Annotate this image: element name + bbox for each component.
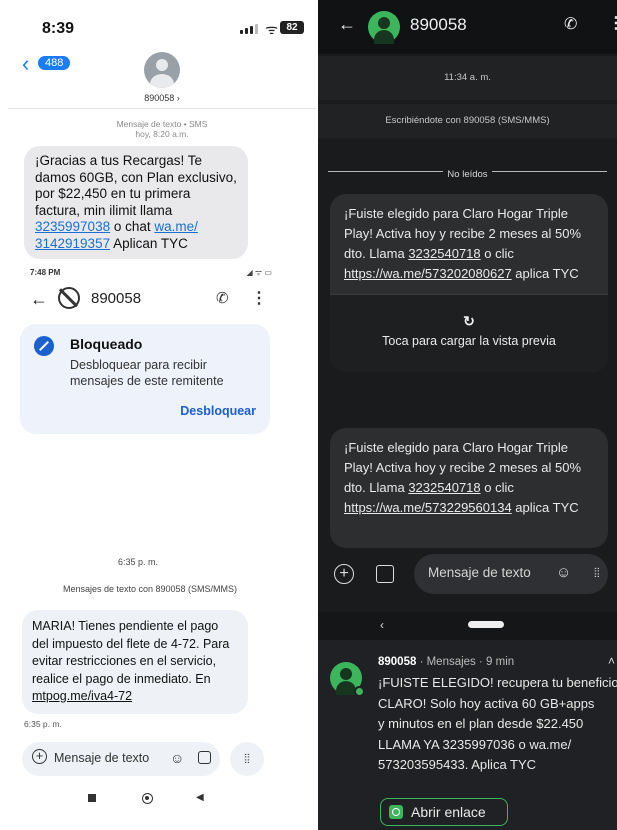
more-vert-icon[interactable]: ⋮	[251, 288, 267, 308]
compose-field[interactable]: + Mensaje de texto ☺	[22, 742, 220, 776]
unread-count-badge[interactable]: 488	[38, 56, 71, 70]
add-icon[interactable]: +	[334, 564, 354, 584]
unblock-button[interactable]: Desbloquear	[180, 404, 256, 418]
notification-subtitle: · Mensajes · 9 min	[416, 656, 515, 668]
notification-line: LLAMA YA 3235997036 o wa.me/	[378, 736, 572, 752]
notification-line: 573203595433. Aplica TYC	[378, 757, 537, 772]
notification-body: ¡FUISTE ELEGIDO! recupera tu beneficio C…	[378, 673, 617, 776]
contact-avatar[interactable]	[368, 11, 400, 44]
wifi-icon: ᯤ	[265, 21, 278, 37]
notification-sender: 890058	[378, 656, 417, 668]
notification-panel[interactable]: 890058 · Mensajes · 9 min ˄ ¡FUISTE ELEG…	[318, 640, 617, 830]
phone-icon[interactable]: ✆	[216, 289, 229, 307]
composer-bar: + Mensaje de texto ☺ ⦙⦙	[318, 548, 617, 606]
android-light-panel: 7:48 PM ◢ ᯤ ▭ ← 890058 ✆ ⋮ Bloqueado Des…	[18, 262, 282, 810]
back-arrow-icon[interactable]: ←	[338, 14, 356, 35]
back-chevron-icon[interactable]: ‹	[22, 53, 29, 75]
back-arrow-icon[interactable]: ←	[30, 289, 48, 310]
phone-icon[interactable]: ✆	[564, 14, 577, 34]
blocked-icon	[58, 287, 80, 309]
screenshot-collage: 8:39 ᯤ 82 ‹ 488 890058 › Mensaje de text…	[0, 0, 617, 830]
time-header: 11:34 a. m.	[444, 72, 491, 83]
gallery-icon[interactable]	[198, 751, 211, 764]
blocked-title: Bloqueado	[70, 336, 143, 352]
message-text: Aplican TYC	[110, 235, 188, 251]
notification-line: CLARO! Solo hoy activa 60 GB+apps	[378, 695, 595, 711]
open-link-label[interactable]: Abrir enlace	[411, 804, 486, 820]
header-divider	[8, 108, 316, 109]
compose-placeholder[interactable]: Mensaje de texto	[428, 565, 531, 580]
home-icon[interactable]	[142, 793, 153, 804]
chevron-left-icon[interactable]: ‹	[380, 618, 384, 632]
message-text-part: aplica TYC	[511, 500, 579, 515]
phone-link[interactable]: 3235997038	[35, 219, 110, 234]
message-card: ¡Fuiste elegido para Claro Hogar Triple …	[330, 194, 608, 372]
back-icon[interactable]: ◀	[196, 792, 204, 803]
voice-icon[interactable]: ⦙⦙	[230, 742, 264, 776]
gallery-icon[interactable]	[376, 565, 394, 583]
notification-header: 890058 · Mensajes · 9 min	[378, 656, 514, 668]
battery-icon: 82	[280, 21, 304, 34]
expand-chevron-icon[interactable]: ˄	[608, 654, 615, 668]
emoji-icon[interactable]: ☺	[556, 564, 571, 581]
android-dark-panel: ← 890058 ✆ ⋮ 11:34 a. m. Escribiéndote c…	[318, 0, 617, 640]
gesture-bar: ‹	[318, 612, 617, 640]
message-text: MARIA! Tienes pendiente el pago del impu…	[32, 619, 230, 686]
conversation-header: Escribiéndote con 890058 (SMS/MMS)	[385, 115, 550, 126]
message-text-part: o clic	[480, 480, 514, 495]
blocked-card: Bloqueado Desbloquear para recibir mensa…	[20, 324, 270, 434]
recents-icon[interactable]	[88, 794, 96, 802]
notification-line: y minutos en el plan desde $22.450	[378, 716, 584, 731]
message-text: ¡Fuiste elegido para Claro Hogar Triple …	[330, 194, 608, 294]
status-time: 8:39	[42, 20, 75, 37]
conversation-title: 890058	[91, 290, 142, 307]
contact-name[interactable]: 890058 ›	[8, 93, 316, 103]
status-time: 7:48 PM	[30, 268, 61, 277]
blocked-badge-icon	[34, 336, 54, 356]
more-vert-icon[interactable]: ⋮	[608, 13, 617, 33]
whatsapp-icon	[389, 805, 403, 819]
message-link[interactable]: https://wa.me/573229560134	[344, 500, 512, 515]
sender-avatar	[330, 662, 365, 697]
phone-link[interactable]: 3232540718	[408, 480, 480, 495]
message-text: o chat	[110, 219, 155, 234]
conversation-header: Mensajes de texto con 890058 (SMS/MMS)	[62, 584, 238, 594]
message-text-part: aplica TYC	[511, 266, 579, 281]
meta-type: Mensaje de texto • SMS	[116, 119, 208, 129]
open-link-button[interactable]: Abrir enlace	[380, 798, 508, 826]
app-bar: ← 890058 ✆ ⋮	[318, 0, 617, 54]
unread-label: No leídos	[443, 169, 492, 180]
message-meta: Mensaje de texto • SMS hoy, 8:20 a.m.	[8, 119, 316, 139]
message-text: ¡Gracias a tus Recargas! Te damos 60GB, …	[35, 153, 237, 218]
message-text-part: o clic	[480, 246, 514, 261]
meta-time: hoy, 8:20 a.m.	[135, 129, 189, 139]
status-icons: ◢ ᯤ ▭	[246, 268, 272, 277]
emoji-icon[interactable]: ☺	[170, 750, 184, 766]
notification-line: ¡FUISTE ELEGIDO! recupera tu beneficio	[378, 675, 617, 690]
compose-field[interactable]: Mensaje de texto ☺ ⦙⦙	[414, 554, 608, 594]
refresh-icon[interactable]: ↻	[330, 295, 608, 330]
link-preview[interactable]: ↻ Toca para cargar la vista previa	[330, 294, 608, 372]
compose-placeholder[interactable]: Mensaje de texto	[54, 751, 149, 765]
message-bubble: MARIA! Tienes pendiente el pago del impu…	[22, 610, 248, 714]
app-badge-icon	[354, 686, 365, 697]
time-header: 6:35 p. m.	[117, 557, 159, 567]
message-bubble: ¡Gracias a tus Recargas! Te damos 60GB, …	[24, 146, 248, 259]
home-handle[interactable]	[468, 621, 504, 628]
message-text: ¡Fuiste elegido para Claro Hogar Triple …	[330, 428, 608, 528]
phone-link[interactable]: 3232540718	[408, 246, 480, 261]
message-time: 6:35 p. m.	[24, 719, 62, 729]
message-link[interactable]: https://wa.me/573202080627	[344, 266, 512, 281]
message-card: ¡Fuiste elegido para Claro Hogar Triple …	[330, 428, 608, 548]
blocked-description: Desbloquear para recibir mensajes de est…	[70, 358, 224, 388]
voice-icon[interactable]: ⦙⦙	[594, 565, 600, 581]
ios-messages-panel: 8:39 ᯤ 82 ‹ 488 890058 › Mensaje de text…	[8, 0, 316, 262]
preview-label[interactable]: Toca para cargar la vista previa	[330, 334, 608, 348]
add-icon[interactable]: +	[32, 749, 47, 764]
contact-avatar[interactable]	[144, 52, 180, 88]
conversation-title: 890058	[410, 15, 467, 34]
message-link[interactable]: mtpog.me/iva4-72	[32, 689, 132, 703]
signal-icon	[240, 24, 258, 34]
unread-divider: No leídos	[328, 164, 607, 180]
